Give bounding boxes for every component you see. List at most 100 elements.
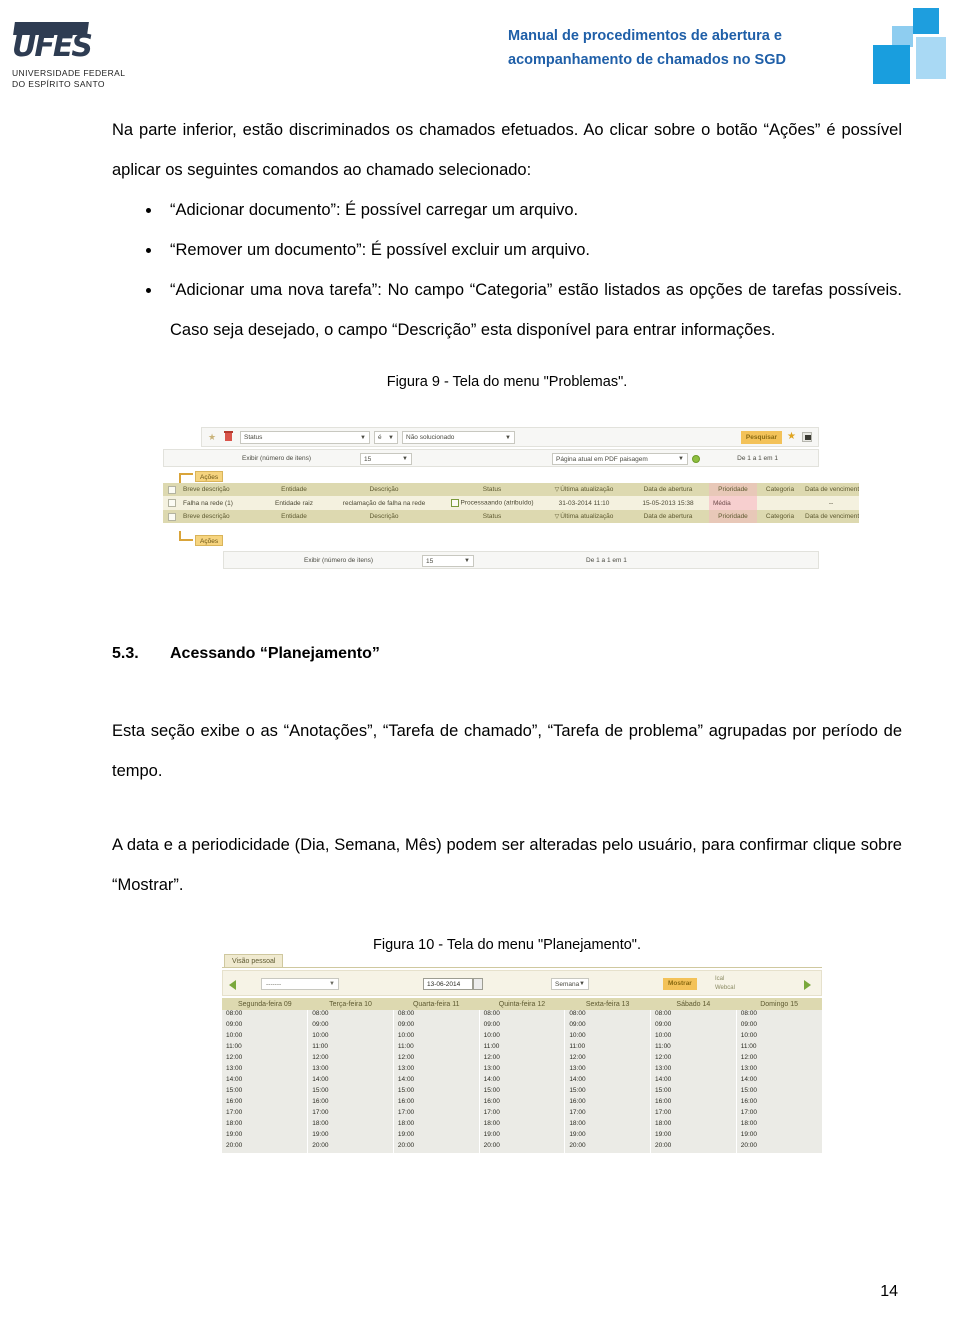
checkbox-icon[interactable] (168, 512, 176, 521)
calendar-slot-cell[interactable]: 19:00 (392, 1131, 480, 1142)
calendar-slot-cell[interactable]: 09:00 (478, 1021, 565, 1032)
calendar-slot-cell[interactable]: 10:00 (650, 1032, 737, 1043)
calendar-slot-cell[interactable]: 15:00 (307, 1087, 394, 1098)
calendar-slot-cell[interactable]: 11:00 (564, 1043, 651, 1054)
column-header[interactable]: Status (443, 483, 541, 496)
column-header[interactable]: Data de abertura (627, 483, 709, 496)
calendar-slot-cell[interactable]: 17:00 (564, 1109, 651, 1120)
calendar-slot-cell[interactable]: 08:00 (392, 1010, 480, 1021)
calendar-slot-cell[interactable]: 14:00 (564, 1076, 651, 1087)
column-footer[interactable]: Data de vencimento (803, 510, 859, 523)
save-icon[interactable] (802, 432, 812, 442)
ical-link[interactable]: Ical (715, 975, 735, 984)
calendar-slot-cell[interactable]: 12:00 (735, 1054, 822, 1065)
select-all-footer[interactable] (163, 510, 181, 523)
calendar-slot-cell[interactable]: 16:00 (307, 1098, 394, 1109)
calendar-slot-cell[interactable]: 08:00 (478, 1010, 565, 1021)
calendar-slot-cell[interactable]: 16:00 (392, 1098, 480, 1109)
calendar-slot-cell[interactable]: 13:00 (222, 1065, 308, 1076)
previous-period-icon[interactable] (229, 980, 236, 990)
calendar-slot-cell[interactable]: 16:00 (735, 1098, 822, 1109)
search-operator-select[interactable]: é ▼ (374, 431, 398, 444)
calendar-slot-cell[interactable]: 16:00 (564, 1098, 651, 1109)
calendar-slot-cell[interactable]: 10:00 (222, 1032, 308, 1043)
column-footer[interactable]: Prioridade (709, 510, 757, 523)
calendar-slot-cell[interactable]: 13:00 (392, 1065, 480, 1076)
calendar-slot-cell[interactable]: 10:00 (392, 1032, 480, 1043)
column-header-sorted[interactable]: ▽Última atualização (541, 483, 627, 496)
calendar-slot-cell[interactable]: 19:00 (735, 1131, 822, 1142)
calendar-slot-cell[interactable]: 11:00 (650, 1043, 737, 1054)
calendar-slot-cell[interactable]: 20:00 (392, 1142, 480, 1153)
calendar-slot-cell[interactable]: 19:00 (478, 1131, 565, 1142)
webcal-link[interactable]: Webcal (715, 984, 735, 993)
calendar-slot-cell[interactable]: 09:00 (392, 1021, 480, 1032)
calendar-slot-cell[interactable]: 18:00 (222, 1120, 308, 1131)
calendar-slot-cell[interactable]: 12:00 (222, 1054, 308, 1065)
calendar-slot-cell[interactable]: 17:00 (478, 1109, 565, 1120)
column-header[interactable]: Descrição (325, 483, 443, 496)
calendar-slot-cell[interactable]: 18:00 (478, 1120, 565, 1131)
calendar-slot-cell[interactable]: 20:00 (564, 1142, 651, 1153)
actions-button-bottom[interactable]: Ações (195, 535, 224, 546)
save-search-star-icon[interactable]: ★ (787, 432, 796, 442)
calendar-slot-cell[interactable]: 13:00 (478, 1065, 565, 1076)
calendar-slot-cell[interactable]: 09:00 (222, 1021, 308, 1032)
period-select[interactable]: Semana ▼ (551, 978, 589, 990)
items-per-page-select[interactable]: 15 ▼ (360, 453, 412, 465)
calendar-slot-cell[interactable]: 18:00 (564, 1120, 651, 1131)
calendar-slot-cell[interactable]: 20:00 (735, 1142, 822, 1153)
calendar-slot-cell[interactable]: 16:00 (650, 1098, 737, 1109)
column-footer[interactable]: Entidade (263, 510, 325, 523)
calendar-slot-cell[interactable]: 09:00 (650, 1021, 737, 1032)
calendar-slot-cell[interactable]: 14:00 (222, 1076, 308, 1087)
next-period-icon[interactable] (804, 980, 811, 990)
search-field-select[interactable]: Status ▼ (240, 431, 370, 444)
calendar-slot-cell[interactable]: 08:00 (735, 1010, 822, 1021)
calendar-slot-cell[interactable]: 17:00 (307, 1109, 394, 1120)
calendar-slot-cell[interactable]: 18:00 (650, 1120, 737, 1131)
export-format-select[interactable]: Página atual em PDF paisagem ▼ (552, 453, 688, 465)
calendar-slot-cell[interactable]: 12:00 (564, 1054, 651, 1065)
calendar-slot-cell[interactable]: 13:00 (735, 1065, 822, 1076)
calendar-slot-cell[interactable]: 16:00 (478, 1098, 565, 1109)
calendar-slot-cell[interactable]: 15:00 (735, 1087, 822, 1098)
user-select[interactable]: ------- ▼ (261, 978, 339, 990)
calendar-slot-cell[interactable]: 14:00 (392, 1076, 480, 1087)
calendar-slot-cell[interactable]: 14:00 (478, 1076, 565, 1087)
calendar-slot-cell[interactable]: 12:00 (478, 1054, 565, 1065)
calendar-slot-cell[interactable]: 15:00 (564, 1087, 651, 1098)
calendar-slot-cell[interactable]: 11:00 (307, 1043, 394, 1054)
search-button[interactable]: Pesquisar (740, 431, 782, 444)
column-header[interactable]: Entidade (263, 483, 325, 496)
bookmark-star-icon[interactable]: ★ (208, 433, 217, 443)
calendar-slot-cell[interactable]: 08:00 (564, 1010, 651, 1021)
calendar-slot-cell[interactable]: 10:00 (564, 1032, 651, 1043)
calendar-slot-cell[interactable]: 08:00 (650, 1010, 737, 1021)
calendar-slot-cell[interactable]: 17:00 (650, 1109, 737, 1120)
column-header[interactable]: Data de vencimento (803, 483, 859, 496)
calendar-slot-cell[interactable]: 15:00 (392, 1087, 480, 1098)
items-per-page-select-footer[interactable]: 15 ▼ (422, 555, 474, 567)
calendar-slot-cell[interactable]: 13:00 (650, 1065, 737, 1076)
checkbox-icon[interactable] (168, 499, 176, 507)
calendar-slot-cell[interactable]: 15:00 (478, 1087, 565, 1098)
checkbox-icon[interactable] (168, 485, 176, 494)
calendar-slot-cell[interactable]: 12:00 (392, 1054, 480, 1065)
calendar-slot-cell[interactable]: 15:00 (222, 1087, 308, 1098)
calendar-slot-cell[interactable]: 14:00 (307, 1076, 394, 1087)
column-footer[interactable]: Categoria (757, 510, 803, 523)
column-header[interactable]: Breve descrição (181, 483, 263, 496)
calendar-slot-cell[interactable]: 14:00 (735, 1076, 822, 1087)
calendar-slot-cell[interactable]: 10:00 (307, 1032, 394, 1043)
calendar-slot-cell[interactable]: 14:00 (650, 1076, 737, 1087)
row-select-cell[interactable] (163, 496, 181, 510)
calendar-slot-cell[interactable]: 11:00 (735, 1043, 822, 1054)
calendar-slot-cell[interactable]: 15:00 (650, 1087, 737, 1098)
table-row[interactable]: Falha na rede (1) Entidade raiz reclamaç… (163, 496, 859, 510)
calendar-slot-cell[interactable]: 09:00 (564, 1021, 651, 1032)
show-button[interactable]: Mostrar (663, 978, 697, 990)
column-footer[interactable]: Data de abertura (627, 510, 709, 523)
calendar-slot-cell[interactable]: 19:00 (222, 1131, 308, 1142)
calendar-slot-cell[interactable]: 09:00 (735, 1021, 822, 1032)
